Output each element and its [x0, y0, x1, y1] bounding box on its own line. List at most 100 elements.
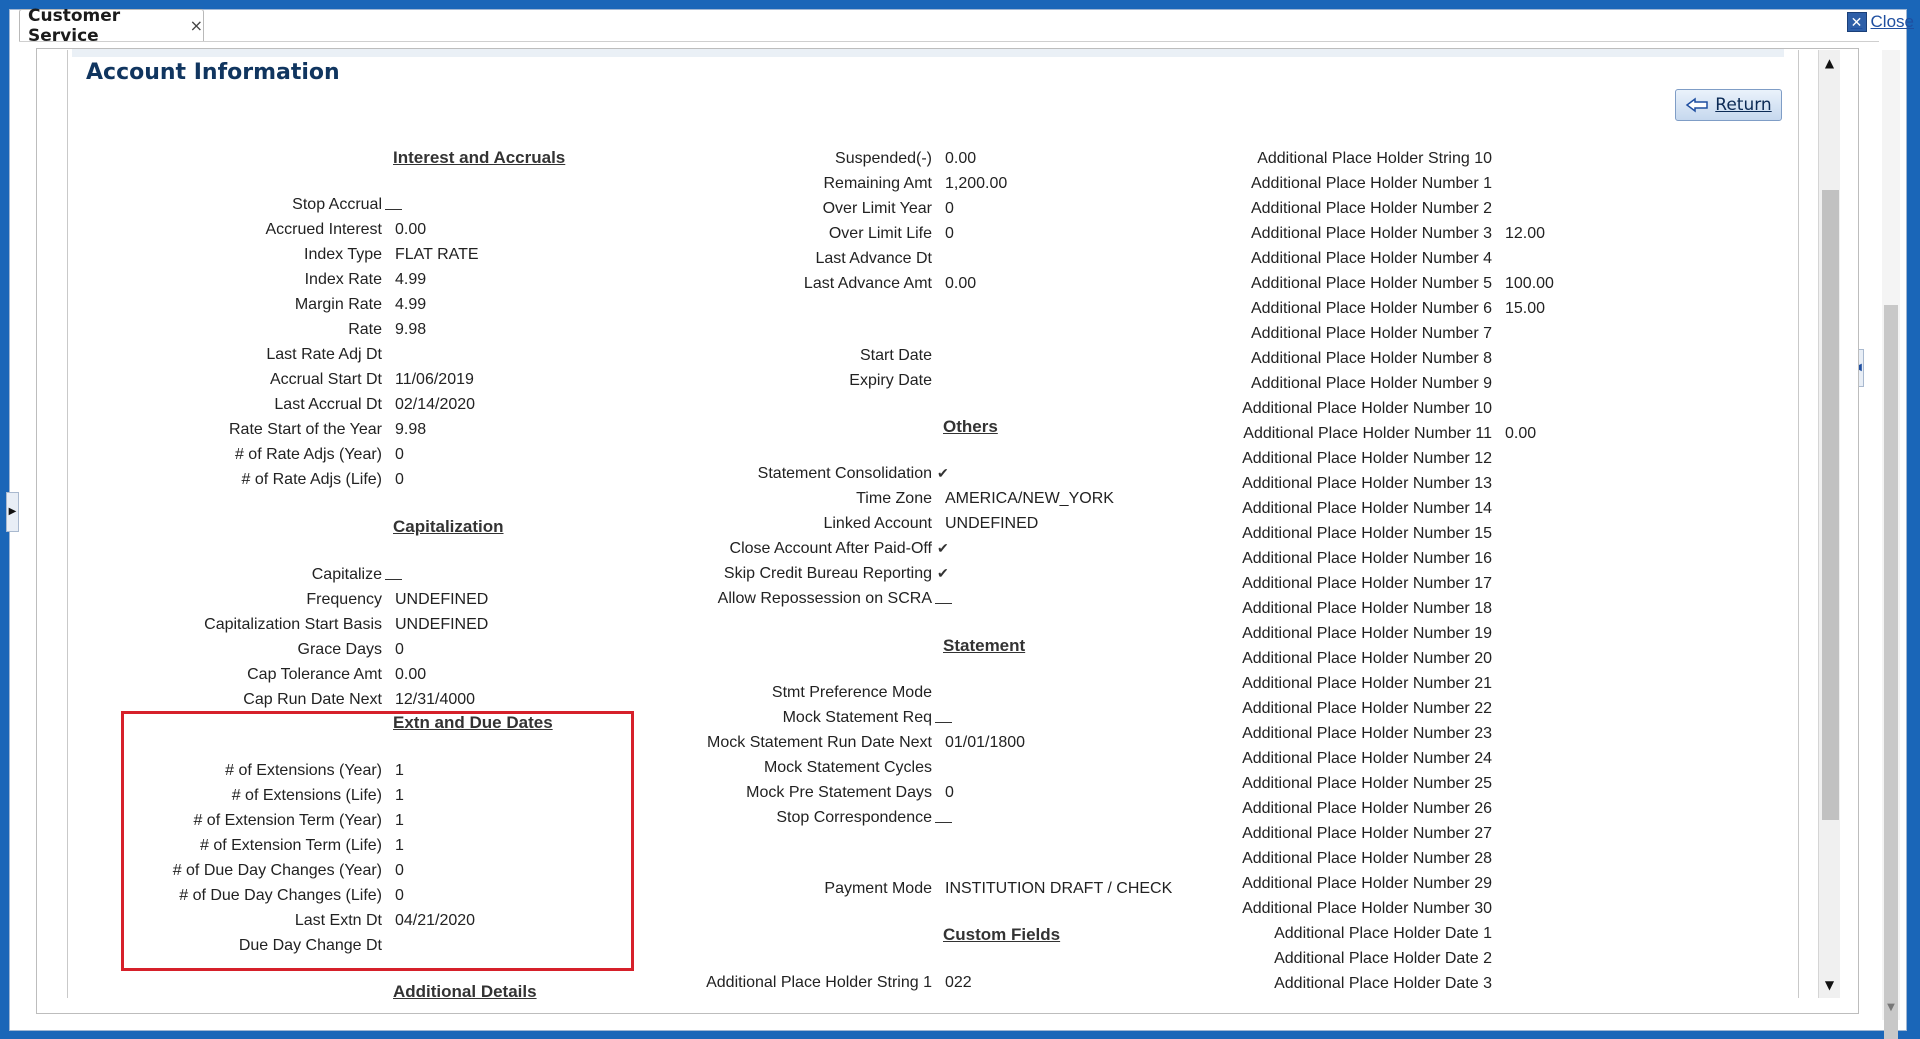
field-label: Grace Days: [297, 640, 382, 658]
window-scroll-down-icon[interactable]: ▼: [1882, 1002, 1900, 1020]
field-row-suspended: Suspended(-) 0.00: [432, 146, 976, 171]
field-label: Additional Place Holder Number 13: [1242, 474, 1492, 492]
scroll-up-icon[interactable]: ▲: [1819, 52, 1840, 74]
field-label: Additional Place Holder Number 18: [1242, 599, 1492, 617]
field-value: 022: [945, 973, 972, 991]
field-row-additional-place-holder-number-2: Additional Place Holder Number 2: [992, 196, 1505, 221]
field-label: Additional Place Holder Number 5: [1250, 274, 1492, 292]
window-scrollbar[interactable]: ▼: [1882, 50, 1900, 1039]
field-label: # of Due Day Changes (Year): [172, 861, 382, 879]
field-label: # of Extension Term (Life): [199, 836, 382, 854]
scroll-down-icon[interactable]: ▼: [1819, 974, 1840, 996]
field-value: 0: [945, 224, 954, 242]
checkmark-icon: ✔: [937, 540, 949, 556]
content-scrollbar[interactable]: ▲ ▼: [1818, 50, 1840, 998]
field-label: Due Day Change Dt: [238, 936, 382, 954]
left-panel-expand-handle[interactable]: ▶: [6, 492, 19, 532]
field-row-of-rate-adjs-life: # of Rate Adjs (Life) 0: [0, 467, 403, 492]
field-label: Additional Place Holder Number 3: [1250, 224, 1492, 242]
page-title: Account Information: [86, 60, 340, 85]
field-label: # of Extensions (Year): [225, 761, 382, 779]
field-label: Margin Rate: [294, 295, 382, 313]
field-label: Additional Place Holder Number 10: [1242, 399, 1492, 417]
field-label: Additional Place Holder Number 11: [1243, 424, 1492, 442]
field-row-additional-place-holder-number-4: Additional Place Holder Number 4: [992, 246, 1505, 271]
field-label: Start Date: [859, 346, 932, 364]
field-label: Capitalization Start Basis: [204, 615, 382, 633]
field-value: 9.98: [395, 420, 427, 438]
return-label: Return: [1715, 95, 1772, 115]
field-row-additional-place-holder-number-15: Additional Place Holder Number 15: [992, 521, 1505, 546]
field-label: Additional Place Holder Date 2: [1274, 949, 1492, 967]
field-label: Time Zone: [856, 489, 932, 507]
field-label: Linked Account: [823, 514, 932, 532]
field-label: Mock Statement Req: [782, 708, 932, 726]
field-row-stop-accrual: Stop Accrual: [0, 192, 402, 217]
field-label: Additional Place Holder Number 21: [1242, 674, 1492, 692]
field-label: Additional Place Holder Number 7: [1250, 324, 1492, 342]
field-label: Stmt Preference Mode: [771, 683, 932, 701]
field-label: Cap Tolerance Amt: [247, 665, 382, 683]
field-row-additional-place-holder-number-26: Additional Place Holder Number 26: [992, 796, 1505, 821]
field-row-additional-place-holder-number-28: Additional Place Holder Number 28: [992, 846, 1505, 871]
return-button[interactable]: Return: [1675, 89, 1782, 121]
field-row-additional-place-holder-date-2: Additional Place Holder Date 2: [992, 946, 1505, 971]
tab-customer-service[interactable]: Customer Service ×: [19, 6, 204, 46]
field-label: Additional Place Holder Number 24: [1242, 749, 1492, 767]
field-value: 0: [395, 445, 404, 463]
field-label: Index Type: [304, 245, 382, 263]
field-row-stmt-preference-mode: Stmt Preference Mode: [432, 680, 945, 705]
field-value: 4.99: [395, 295, 427, 313]
field-row-additional-place-holder-number-5: Additional Place Holder Number 5 100.00: [992, 271, 1554, 296]
field-label: # of Rate Adjs (Life): [241, 470, 382, 488]
field-label: Close Account After Paid-Off: [729, 539, 932, 557]
field-value: 0: [395, 886, 404, 904]
section-heading-others: Others: [943, 417, 998, 436]
field-label: Remaining Amt: [823, 174, 933, 192]
field-row-over-limit-year: Over Limit Year 0: [432, 196, 954, 221]
field-label: Cap Run Date Next: [243, 690, 382, 708]
field-value: 100.00: [1505, 274, 1554, 292]
field-label: Over Limit Life: [828, 224, 932, 242]
field-label: Skip Credit Bureau Reporting: [723, 564, 932, 582]
field-label: Frequency: [306, 590, 382, 608]
field-label: Additional Place Holder Number 15: [1242, 524, 1492, 542]
field-row-capitalization-start-basis: Capitalization Start Basis UNDEFINED: [0, 612, 488, 637]
field-label: # of Due Day Changes (Life): [179, 886, 382, 904]
field-label: Additional Place Holder Number 9: [1250, 374, 1492, 392]
field-label: Mock Statement Run Date Next: [707, 733, 932, 751]
field-row-grace-days: Grace Days 0: [0, 637, 404, 662]
close-icon[interactable]: ×: [190, 16, 203, 35]
field-label: Additional Place Holder Date 1: [1274, 924, 1492, 942]
field-row-last-extn-dt: Last Extn Dt 04/21/2020: [0, 908, 475, 933]
field-label: Allow Repossession on SCRA: [717, 589, 932, 607]
field-value: 0: [945, 199, 954, 217]
window-scroll-thumb[interactable]: [1884, 305, 1898, 1039]
field-value: 04/21/2020: [395, 911, 476, 929]
field-label: Additional Place Holder String 1: [706, 973, 932, 991]
field-label: # of Rate Adjs (Year): [234, 445, 382, 463]
scroll-thumb[interactable]: [1822, 190, 1839, 820]
field-row-margin-rate: Margin Rate 4.99: [0, 292, 426, 317]
field-value: 1: [395, 786, 404, 804]
field-label: Mock Statement Cycles: [763, 758, 932, 776]
field-label: Accrual Start Dt: [269, 370, 382, 388]
field-row-due-day-change-dt: Due Day Change Dt: [0, 933, 395, 958]
field-label: Stop Accrual: [292, 195, 382, 213]
field-label: Rate Start of the Year: [229, 420, 382, 438]
field-row-last-advance-dt: Last Advance Dt: [432, 246, 945, 271]
field-label: Last Rate Adj Dt: [266, 345, 382, 363]
field-row-close-account-after-paid-off: Close Account After Paid-Off ✔: [432, 536, 949, 561]
field-label: Additional Place Holder Number 30: [1242, 899, 1492, 917]
tab-label: Customer Service: [28, 5, 121, 46]
field-row-additional-place-holder-number-22: Additional Place Holder Number 22: [992, 696, 1505, 721]
field-label: Index Rate: [304, 270, 382, 288]
field-label: Statement Consolidation: [757, 464, 932, 482]
field-row-frequency: Frequency UNDEFINED: [0, 587, 488, 612]
field-row-last-advance-amt: Last Advance Amt 0.00: [432, 271, 976, 296]
field-row-mock-pre-statement-days: Mock Pre Statement Days 0: [432, 780, 954, 805]
field-row-mock-statement-req: Mock Statement Req: [432, 705, 952, 730]
field-row-additional-place-holder-number-9: Additional Place Holder Number 9: [992, 371, 1505, 396]
field-row-expiry-date: Expiry Date: [432, 368, 945, 393]
window-close-button[interactable]: ✕ Close: [1846, 12, 1914, 32]
